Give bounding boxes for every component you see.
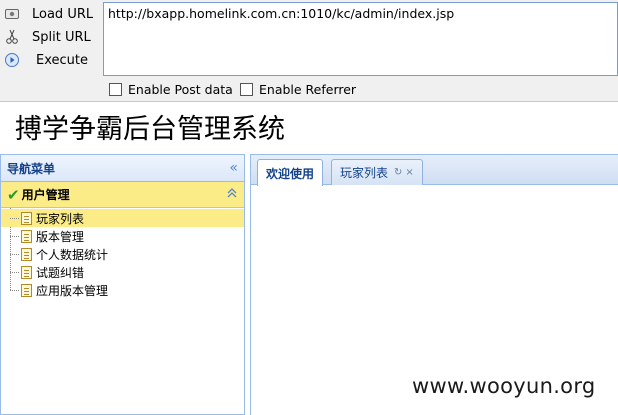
url-textarea[interactable]: http://bxapp.homelink.com.cn:1010/kc/adm…	[103, 2, 618, 76]
nav-item-player-list[interactable]: 玩家列表	[1, 209, 244, 227]
tab-strip: 欢迎使用 玩家列表 ↻ ×	[251, 155, 618, 186]
nav-item-app-version-management[interactable]: 应用版本管理	[1, 281, 244, 299]
tab-welcome-label: 欢迎使用	[266, 166, 315, 181]
document-icon	[21, 211, 32, 225]
navigation-header: 导航菜单 «	[1, 155, 244, 182]
user-management-label: 用户管理	[21, 188, 70, 202]
close-icon[interactable]: ×	[405, 167, 413, 178]
nav-item-label: 试题纠错	[36, 265, 85, 280]
nav-item-version-management[interactable]: 版本管理	[1, 227, 244, 245]
referrer-checkbox-label: Enable Referrer	[259, 82, 357, 97]
nav-item-personal-stats[interactable]: 个人数据统计	[1, 245, 244, 263]
nav-item-label: 玩家列表	[36, 211, 85, 226]
tab-welcome[interactable]: 欢迎使用	[257, 159, 324, 186]
load-url-icon	[4, 6, 20, 22]
navigation-title: 导航菜单	[7, 161, 56, 176]
document-icon	[21, 229, 32, 243]
load-url-button[interactable]: Load URL	[0, 3, 100, 25]
watermark: www.wooyun.org	[412, 374, 596, 398]
play-icon	[4, 52, 20, 68]
page-title: 搏学争霸后台管理系统	[15, 114, 285, 145]
collapse-left-icon[interactable]: «	[229, 160, 238, 176]
nav-item-question-correction[interactable]: 试题纠错	[1, 263, 244, 281]
split-url-button[interactable]: Split URL	[0, 26, 100, 48]
refresh-icon[interactable]: ↻	[394, 167, 402, 178]
hackbar-toolbar: Load URL Split URL Execute http://bxapp.…	[0, 0, 618, 102]
tab-player-list-label: 玩家列表	[340, 166, 389, 180]
enable-post-checkbox[interactable]: Enable Post data	[109, 82, 233, 97]
document-icon	[21, 265, 32, 279]
chevron-up-icon[interactable]	[226, 187, 238, 202]
post-checkbox-box[interactable]	[109, 83, 122, 96]
document-icon	[21, 247, 32, 261]
document-icon	[21, 283, 32, 297]
referrer-checkbox-box[interactable]	[240, 83, 253, 96]
execute-button[interactable]: Execute	[0, 49, 100, 71]
load-url-label: Load URL	[32, 6, 94, 22]
user-management-group[interactable]: ✔ 用户管理	[1, 182, 244, 208]
scissors-icon	[4, 29, 20, 45]
tab-player-list[interactable]: 玩家列表 ↻ ×	[331, 159, 423, 185]
checkmark-icon: ✔	[7, 185, 20, 204]
execute-label: Execute	[36, 52, 88, 68]
enable-referrer-checkbox[interactable]: Enable Referrer	[240, 82, 356, 97]
nav-item-label: 应用版本管理	[36, 283, 109, 298]
post-checkbox-label: Enable Post data	[128, 82, 233, 97]
nav-tree: 玩家列表 版本管理 个人数据统计 试题纠错 应用版本管理	[1, 208, 244, 299]
nav-item-label: 版本管理	[36, 229, 85, 244]
nav-item-label: 个人数据统计	[36, 247, 109, 262]
navigation-panel: 导航菜单 « ✔ 用户管理 玩家列表 版本管理 个人数据统计 试题纠错 应用版本…	[0, 154, 245, 415]
split-url-label: Split URL	[32, 29, 91, 45]
